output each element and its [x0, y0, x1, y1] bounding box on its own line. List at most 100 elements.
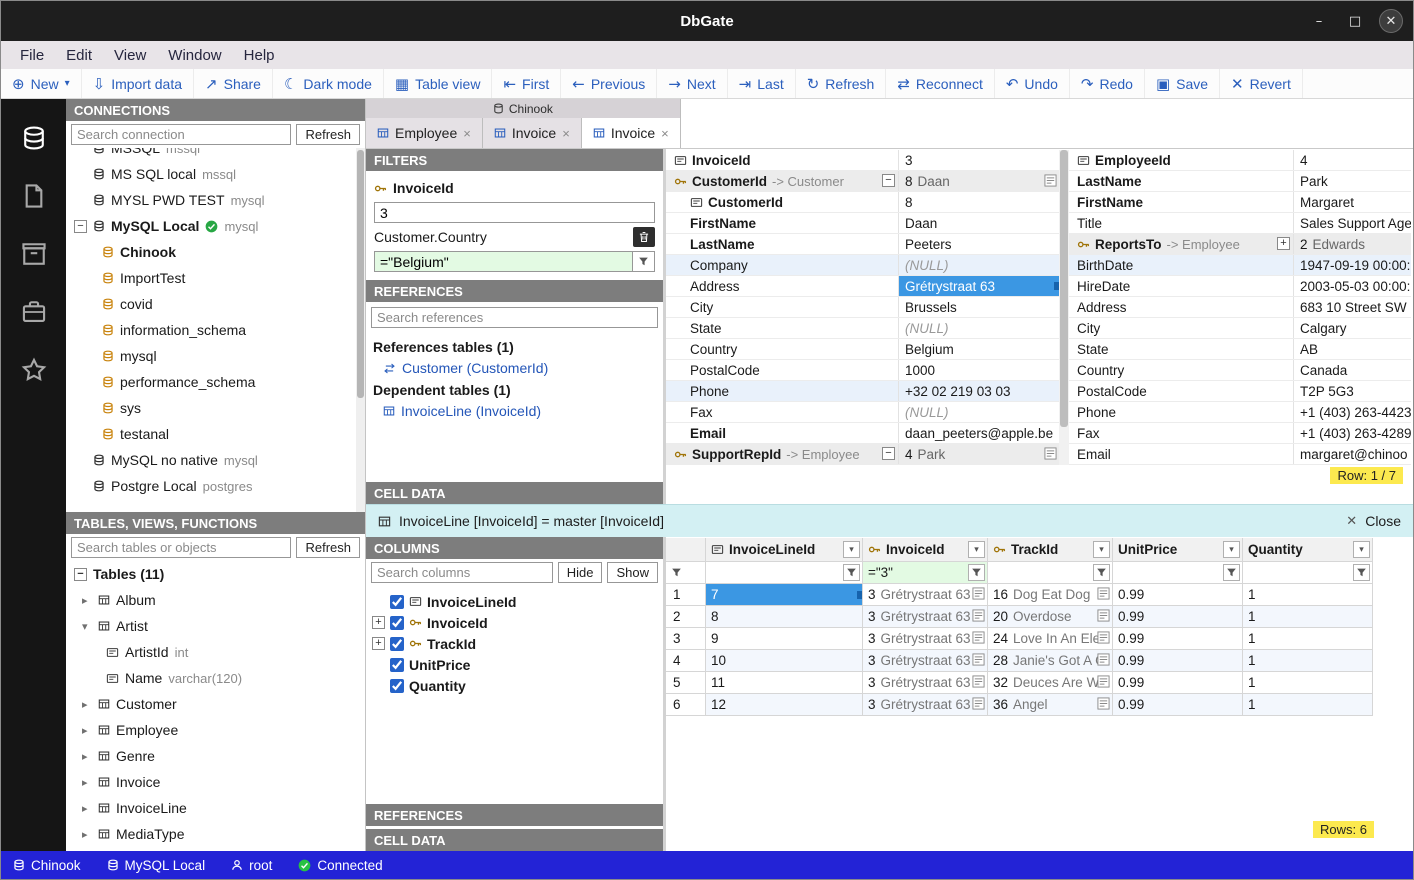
table-genre[interactable]: ▸ Genre	[66, 743, 365, 769]
form-field-value[interactable]: daan_peeters@apple.be	[899, 423, 1059, 443]
database-chinook[interactable]: Chinook	[66, 239, 365, 265]
form-field-name[interactable]: Country	[1069, 360, 1294, 380]
tab-employee[interactable]: Employee ×	[366, 118, 483, 148]
open-record-icon[interactable]	[972, 631, 985, 644]
form-field-value[interactable]: Sales Support Age	[1294, 213, 1411, 233]
connection-postgre-local[interactable]: Postgre Local postgres	[66, 473, 365, 499]
form-field-value[interactable]: Daan	[899, 213, 1059, 233]
row-number[interactable]: 2	[666, 606, 706, 628]
show-columns-button[interactable]: Show	[607, 562, 658, 583]
row-number[interactable]: 1	[666, 584, 706, 606]
form-field-value[interactable]: 2003-05-03 00:00:	[1294, 276, 1411, 296]
tab-invoice[interactable]: Invoice ×	[483, 118, 582, 148]
cell-invoiceid[interactable]: 3 Grétrystraat 63	[863, 694, 988, 716]
connection-mysql-no-native[interactable]: MySQL no native mysql	[66, 447, 365, 473]
form-field-name[interactable]: Company	[666, 255, 899, 275]
import-data-button[interactable]: ⇩ Import data	[82, 69, 194, 98]
chevron-icon[interactable]: ▸	[82, 750, 92, 763]
column-checkbox[interactable]	[390, 637, 404, 651]
connections-scrollbar[interactable]	[356, 148, 365, 512]
table-customer[interactable]: ▸ Customer	[66, 691, 365, 717]
form-field-value[interactable]: Margaret	[1294, 192, 1411, 212]
cell-unitprice[interactable]: 0.99	[1113, 650, 1243, 672]
cell-invoicelineid[interactable]: 9	[706, 628, 863, 650]
grid-corner-cell[interactable]	[666, 538, 706, 562]
form-field-name[interactable]: HireDate	[1069, 276, 1294, 296]
revert-button[interactable]: ✕ Revert	[1220, 69, 1303, 98]
cell-quantity[interactable]: 1	[1243, 672, 1373, 694]
form-field-value[interactable]: 3	[899, 150, 1059, 170]
dependent-link-invoiceline[interactable]: InvoiceLine (InvoiceId)	[371, 400, 658, 422]
expand-toggle[interactable]: +	[372, 616, 385, 629]
connection-mssql[interactable]: MSSQL mssql	[66, 148, 365, 161]
cell-unitprice[interactable]: 0.99	[1113, 584, 1243, 606]
database-sys[interactable]: sys	[66, 395, 365, 421]
favorites-panel-icon[interactable]	[21, 357, 47, 383]
references-section-header[interactable]: REFERENCES	[366, 280, 663, 302]
form-field-value[interactable]: +1 (403) 263-4289	[1294, 423, 1411, 443]
form-field-value[interactable]: Park	[1294, 171, 1411, 191]
table-invoice[interactable]: ▸ Invoice	[66, 769, 365, 795]
cell-invoicelineid[interactable]: 12	[706, 694, 863, 716]
connection-mysl-pwd-test[interactable]: MYSL PWD TEST mysql	[66, 187, 365, 213]
refresh-tables-button[interactable]: Refresh	[296, 537, 360, 558]
funnel-icon[interactable]	[843, 564, 860, 581]
form-field-name[interactable]: CustomerId -> Customer −	[666, 171, 899, 191]
form-field-value[interactable]: Brussels	[899, 297, 1059, 317]
column-header-unitprice[interactable]: UnitPrice ▾	[1113, 538, 1243, 562]
form-field-name[interactable]: Fax	[1069, 423, 1294, 443]
fill-handle[interactable]	[857, 591, 862, 599]
chevron-icon[interactable]: ▸	[82, 776, 92, 789]
share-button[interactable]: ↗ Share	[194, 69, 273, 98]
column-menu-dropdown[interactable]: ▾	[1353, 541, 1370, 558]
detail-references-header[interactable]: REFERENCES	[366, 804, 663, 826]
cell-trackid[interactable]: 16 Dog Eat Dog	[988, 584, 1113, 606]
close-tab-icon[interactable]: ×	[661, 126, 669, 141]
form-field-value[interactable]: (NULL)	[899, 255, 1059, 275]
form-field-name[interactable]: SupportRepId -> Employee −	[666, 444, 899, 464]
first-button[interactable]: ⇤ First	[492, 69, 561, 98]
form-field-name[interactable]: Fax	[666, 402, 899, 422]
tables-group[interactable]: − Tables (11)	[66, 561, 365, 587]
connection-mysql-local[interactable]: − MySQL Local mysql	[66, 213, 365, 239]
filter-cell-quantity[interactable]	[1243, 562, 1373, 584]
cell-invoiceid[interactable]: 3 Grétrystraat 63	[863, 672, 988, 694]
archive-panel-icon[interactable]	[21, 241, 47, 267]
form-field-name[interactable]: PostalCode	[1069, 381, 1294, 401]
form-field-value[interactable]: 8	[899, 192, 1059, 212]
statusbar-database[interactable]: Chinook	[13, 858, 81, 873]
column-checkbox[interactable]	[390, 595, 404, 609]
column-name[interactable]: Name varchar(120)	[66, 665, 365, 691]
filter-cell-unitprice[interactable]	[1113, 562, 1243, 584]
cell-invoiceid[interactable]: 3 Grétrystraat 63	[863, 628, 988, 650]
remove-filter-icon[interactable]	[633, 227, 655, 247]
chevron-icon[interactable]: ▸	[82, 802, 92, 815]
funnel-icon[interactable]	[1093, 564, 1110, 581]
menu-file[interactable]: File	[9, 44, 55, 67]
column-menu-dropdown[interactable]: ▾	[1223, 541, 1240, 558]
expand-toggle[interactable]: −	[882, 174, 895, 187]
form-field-value[interactable]: 8 Daan	[899, 171, 1059, 191]
columns-section-header[interactable]: COLUMNS	[366, 537, 663, 559]
chevron-icon[interactable]: ▸	[82, 724, 92, 737]
next-button[interactable]: → Next	[657, 69, 727, 98]
table-invoiceline[interactable]: ▸ InvoiceLine	[66, 795, 365, 821]
cell-invoiceid[interactable]: 3 Grétrystraat 63	[863, 650, 988, 672]
column-toggle-invoicelineid[interactable]: InvoiceLineId	[366, 591, 663, 612]
column-menu-dropdown[interactable]: ▾	[968, 541, 985, 558]
connections-panel-icon[interactable]	[21, 125, 47, 151]
maximize-icon[interactable]: □	[1343, 9, 1367, 33]
form-field-name[interactable]: City	[666, 297, 899, 317]
chevron-icon[interactable]: ▸	[82, 698, 92, 711]
cell-data-section-header[interactable]: CELL DATA	[366, 482, 663, 504]
search-references-input[interactable]	[371, 307, 658, 328]
database-mysql[interactable]: mysql	[66, 343, 365, 369]
row-number[interactable]: 3	[666, 628, 706, 650]
files-panel-icon[interactable]	[21, 183, 47, 209]
form-field-name[interactable]: InvoiceId	[666, 150, 899, 170]
search-connection-input[interactable]	[71, 124, 291, 145]
search-columns-input[interactable]	[371, 562, 553, 583]
form-field-value[interactable]: AB	[1294, 339, 1411, 359]
chevron-icon[interactable]: ▸	[82, 828, 92, 841]
row-number[interactable]: 5	[666, 672, 706, 694]
